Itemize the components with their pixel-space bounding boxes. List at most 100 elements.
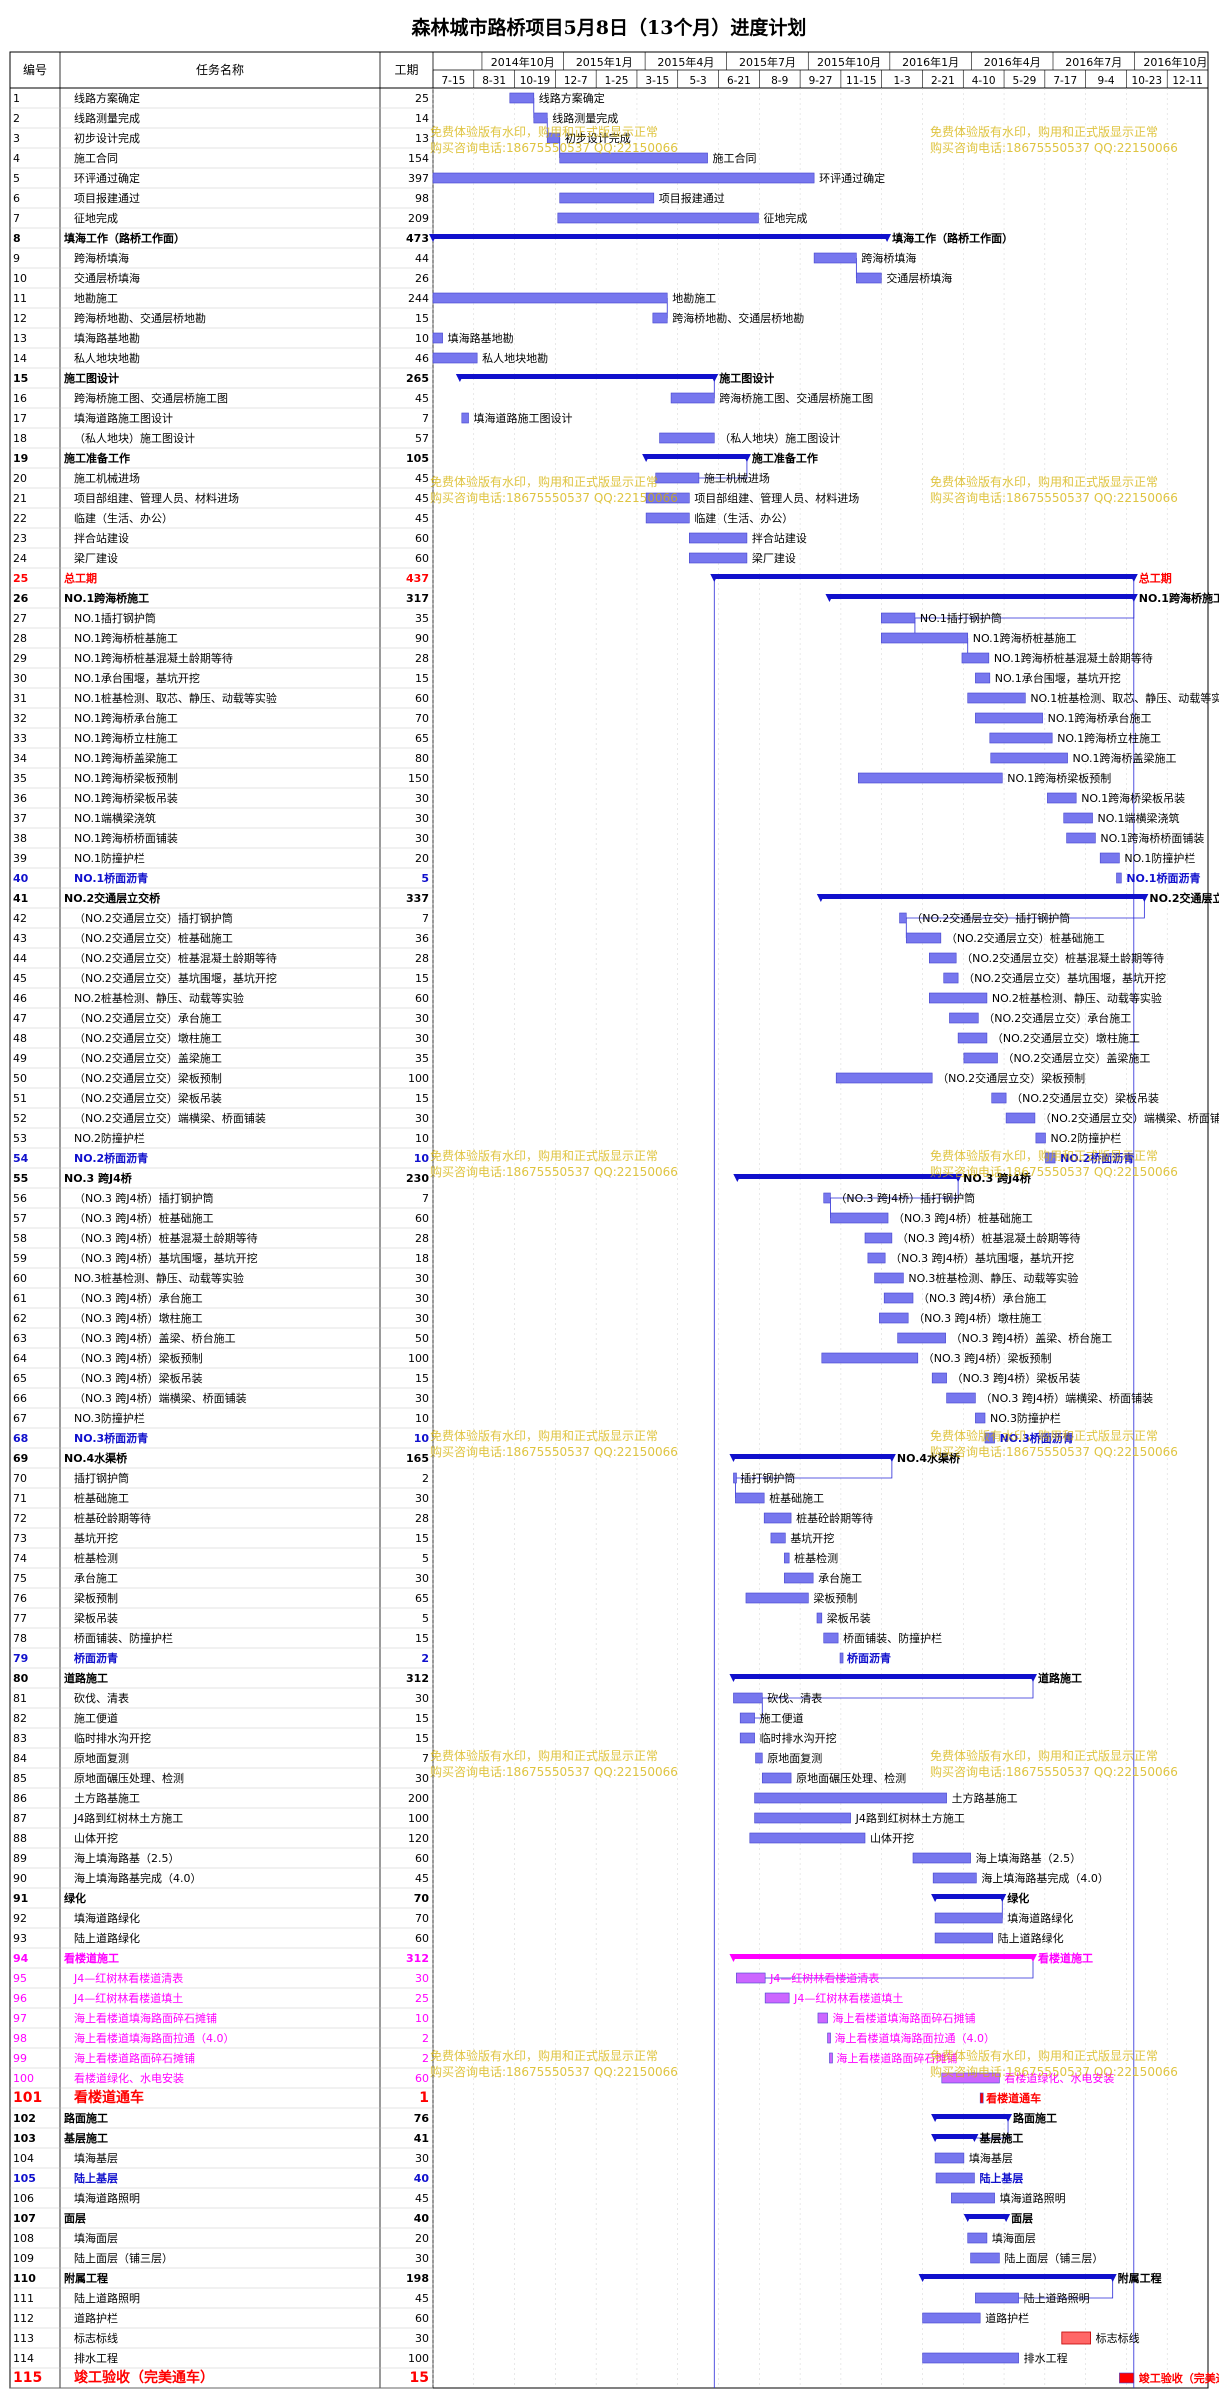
task-name: NO.1跨海桥立柱施工 [74,731,178,745]
chart-title: 森林城市路桥项目5月8日（13个月）进度计划 [412,16,807,39]
task-name: 施工图设计 [64,371,119,385]
task-bar [967,2232,988,2244]
task-name: 基坑开挖 [74,1531,118,1545]
bar-label: 跨海桥施工图、交通层桥施工图 [719,391,873,405]
task-id: 80 [13,1672,29,1685]
task-id: 64 [13,1352,27,1365]
summary-bar [935,1894,1003,1899]
task-bar [733,1472,737,1484]
task-duration: 36 [415,932,429,945]
timescale-tick-label: 9-4 [1097,75,1114,87]
task-bar [922,2352,1019,2364]
task-id: 37 [13,812,27,825]
task-name: 原地面碾压处理、检测 [74,1771,184,1785]
bar-label: 填海道路施工图设计 [474,411,573,425]
task-name: 填海面层 [74,2231,118,2245]
bar-label: （NO.3 跨J4桥）基坑围堰，基坑开挖 [890,1251,1074,1265]
task-bar [922,2312,981,2324]
task-duration: 15 [415,972,429,985]
bar-label: 施工便道 [760,1711,804,1725]
task-id: 19 [13,452,28,465]
task-id: 107 [13,2212,36,2225]
watermark-text: 购买咨询电话:18675550537 QQ:22150066 [430,1444,678,1459]
task-bar [755,1752,763,1764]
task-id: 91 [13,1892,28,1905]
bar-label: NO.3桩基检测、静压、动载等实验 [908,1271,1078,1285]
bar-label: 施工图设计 [719,371,774,385]
task-name: 交通层桥填海 [74,271,140,285]
task-id: 102 [13,2112,36,2125]
task-name: 跨海桥填海 [74,251,129,265]
task-bar [943,972,959,984]
task-bar [784,1572,814,1584]
bar-label: （NO.3 跨J4桥）承台施工 [918,1291,1047,1305]
bar-label: 桩基础施工 [769,1491,824,1505]
task-name: 海上看楼道填海路面碎石摊铺 [74,2011,217,2025]
task-name: 海上看楼道路面碎石摊铺 [74,2051,195,2065]
task-name: 桩基础施工 [74,1491,129,1505]
summary-bar [829,594,1134,599]
task-name: 附属工程 [64,2271,108,2285]
bar-label: 承台施工 [818,1571,862,1585]
task-bar [735,1492,765,1504]
task-duration: 35 [415,1052,429,1065]
task-duration: 25 [415,92,429,105]
task-id: 1 [13,92,20,105]
column-header-name: 任务名称 [196,62,244,77]
task-id: 3 [13,132,20,145]
task-id: 57 [13,1212,27,1225]
task-duration: 18 [415,1252,429,1265]
task-name: NO.2防撞护栏 [74,1131,145,1145]
task-duration: 198 [406,2272,429,2285]
bar-label: 交通层桥填海 [886,271,952,285]
bar-label: 填海道路照明 [1000,2191,1066,2205]
task-duration: 10 [414,1432,430,1445]
timescale-tick-label: 12-7 [564,75,588,87]
watermark-text: 购买咨询电话:18675550537 QQ:22150066 [930,1764,1178,1779]
bar-label: 填海面层 [992,2231,1036,2245]
task-duration: 317 [406,592,429,605]
task-duration: 40 [414,2212,430,2225]
task-id: 12 [13,312,27,325]
task-name: （NO.2交通层立交）基坑围堰，基坑开挖 [74,971,277,985]
task-bar [934,1912,1003,1924]
timescale-quarter-label: 2016年7月 [1065,55,1122,69]
bar-label: NO.1端横梁浇筑 [1098,811,1180,825]
task-id: 109 [13,2252,34,2265]
task-duration: 337 [406,892,429,905]
bar-label: （NO.3 跨J4桥）桩基混凝土龄期等待 [897,1231,1081,1245]
task-bar [883,1292,914,1304]
task-bar [1119,2372,1135,2384]
task-bar [856,272,882,284]
task-id: 82 [13,1712,27,1725]
task-name: （NO.2交通层立交）端横梁、桥面铺装 [74,1111,266,1125]
task-id: 47 [13,1012,27,1025]
bar-label: 山体开挖 [870,1831,914,1845]
task-name: 项目报建通过 [74,191,140,205]
task-id: 58 [13,1232,27,1245]
task-bar [645,512,690,524]
task-id: 14 [13,352,27,365]
task-id: 41 [13,892,28,905]
task-name: 填海路基地勘 [74,331,140,345]
task-id: 26 [13,592,29,605]
task-name: （NO.2交通层立交）插打钢护筒 [74,911,233,925]
task-id: 39 [13,852,27,865]
task-duration: 15 [415,1372,429,1385]
task-name: 梁板预制 [74,1591,118,1605]
task-id: 18 [13,432,27,445]
task-id: 112 [13,2312,34,2325]
bar-label: 标志标线 [1096,2331,1140,2345]
task-bar [659,432,715,444]
task-duration: 50 [415,1332,429,1345]
task-id: 85 [13,1772,27,1785]
task-id: 68 [13,1432,28,1445]
task-bar [879,1312,909,1324]
watermark-text: 免费体验版有水印，购用和正式版显示正常 [930,1748,1158,1763]
task-bar [559,192,655,204]
bar-label: NO.2桩基检测、静压、动载等实验 [992,991,1162,1005]
task-name: （NO.3 跨J4桥）插打钢护筒 [74,1191,214,1205]
bar-label: 排水工程 [1024,2351,1068,2365]
task-id: 97 [13,2012,27,2025]
bar-label: J4—红树林看楼道填土 [793,1991,903,2005]
